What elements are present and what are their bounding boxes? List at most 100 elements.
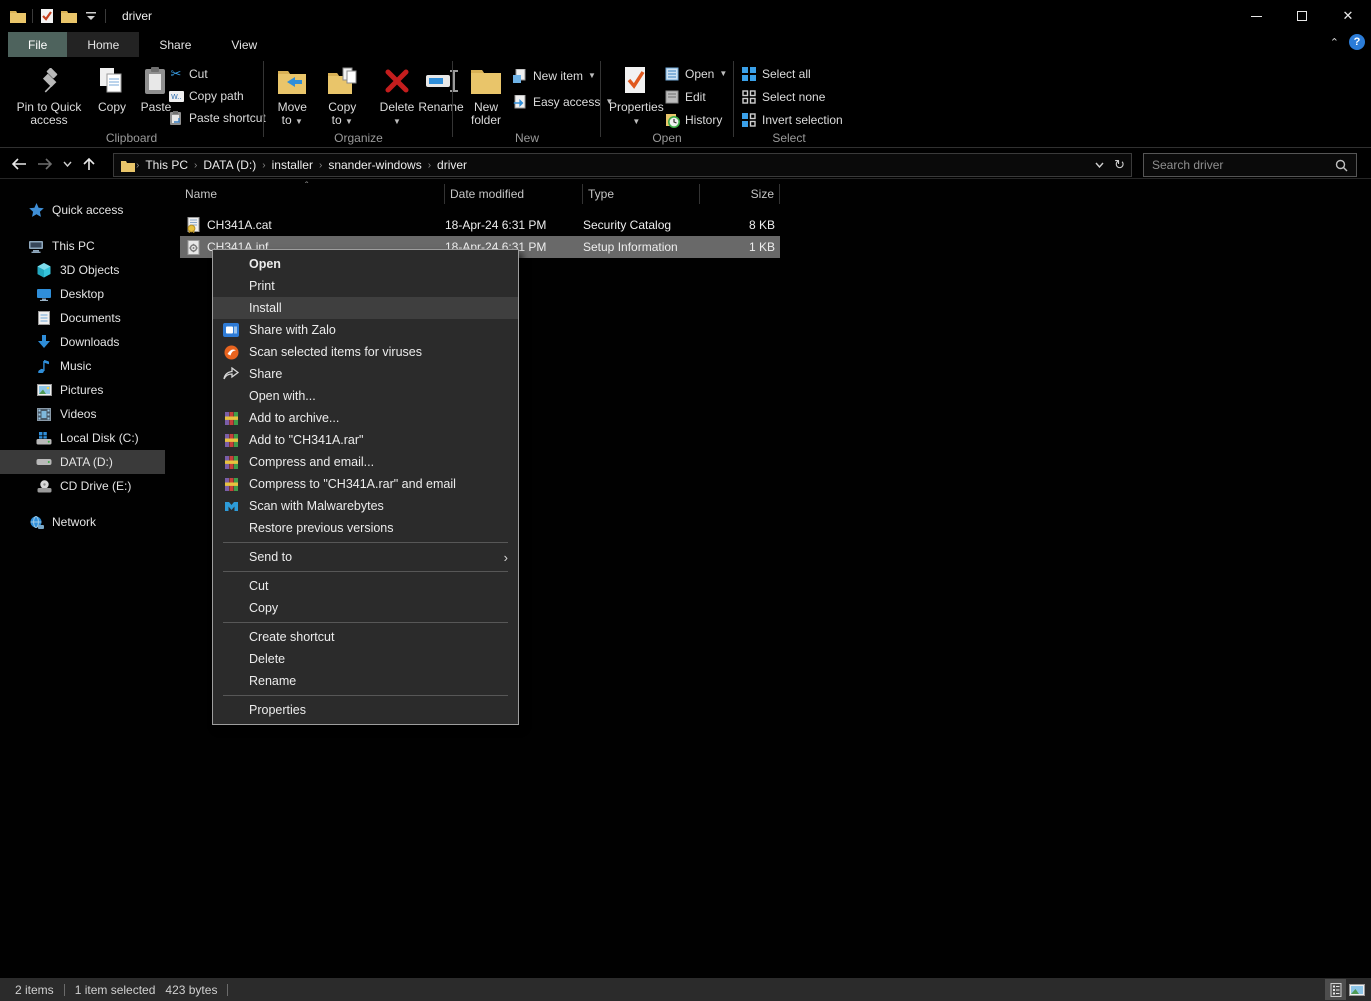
tab-share[interactable]: Share	[139, 32, 211, 57]
tab-home[interactable]: Home	[67, 32, 139, 57]
status-divider	[227, 984, 228, 996]
menu-item-compress-and-email[interactable]: Compress and email...	[213, 451, 518, 473]
menu-item-restore-previous-versions[interactable]: Restore previous versions	[213, 517, 518, 539]
cut-button[interactable]: ✂ Cut	[168, 65, 266, 83]
chevron-down-icon: ▼	[632, 117, 640, 126]
sidebar-item-videos[interactable]: Videos	[0, 402, 165, 426]
paste-shortcut-icon	[168, 110, 184, 126]
help-icon[interactable]: ?	[1349, 34, 1365, 50]
menu-item-create-shortcut[interactable]: Create shortcut	[213, 626, 518, 648]
address-bar[interactable]: › This PC › DATA (D:) › installer › snan…	[113, 153, 1132, 177]
location-folder-icon	[120, 157, 136, 173]
edit-button[interactable]: Edit	[664, 88, 727, 106]
window-controls: ✕	[1233, 0, 1371, 32]
new-folder-button[interactable]: New folder	[458, 63, 514, 129]
open-button[interactable]: Open ▼	[664, 65, 727, 83]
sidebar-item-desktop[interactable]: Desktop	[0, 282, 165, 306]
back-button[interactable]	[6, 152, 32, 176]
menu-item-properties[interactable]: Properties	[213, 699, 518, 721]
copy-path-button[interactable]: W.. Copy path	[168, 87, 266, 105]
up-button[interactable]	[76, 152, 102, 176]
breadcrumb-item[interactable]: This PC	[139, 158, 194, 172]
sidebar-item-quick-access[interactable]: Quick access	[0, 198, 165, 222]
history-button[interactable]: History	[664, 111, 727, 129]
copy-to-button[interactable]: Copy to ▼	[318, 63, 368, 129]
sidebar-item-cd-drive-e[interactable]: CD Drive (E:)	[0, 474, 165, 498]
sidebar-item-network[interactable]: Network	[0, 510, 165, 534]
address-dropdown-icon[interactable]	[1095, 162, 1104, 168]
menu-item-compress-to-rar-and-email[interactable]: Compress to "CH341A.rar" and email	[213, 473, 518, 495]
menu-item-share[interactable]: Share	[213, 363, 518, 385]
cd-drive-icon	[36, 478, 52, 494]
move-to-button[interactable]: Move to ▼	[267, 63, 318, 129]
column-header-size[interactable]: Size	[700, 184, 780, 204]
pin-to-quick-access-button[interactable]: Pin to Quick access	[8, 63, 90, 129]
invert-selection-button[interactable]: Invert selection	[741, 111, 843, 129]
close-icon: ✕	[1343, 8, 1354, 24]
sidebar-item-downloads[interactable]: Downloads	[0, 330, 165, 354]
breadcrumb-item[interactable]: snander-windows	[322, 158, 427, 172]
collapse-ribbon-icon[interactable]: ⌃	[1330, 36, 1339, 49]
menu-item-cut[interactable]: Cut	[213, 575, 518, 597]
delete-button[interactable]: Delete▼	[375, 63, 419, 129]
network-globe-icon	[28, 514, 44, 530]
maximize-button[interactable]	[1279, 0, 1325, 32]
tab-file[interactable]: File	[8, 32, 67, 57]
easy-access-button[interactable]: Easy access ▼	[512, 93, 613, 111]
sidebar-item-3d-objects[interactable]: 3D Objects	[0, 258, 165, 282]
sidebar-item-pictures[interactable]: Pictures	[0, 378, 165, 402]
menu-item-scan-with-malwarebytes[interactable]: Scan with Malwarebytes	[213, 495, 518, 517]
menu-separator	[223, 695, 508, 696]
menu-item-rename[interactable]: Rename	[213, 670, 518, 692]
column-header-date-modified[interactable]: Date modified	[445, 184, 583, 204]
refresh-icon[interactable]: ↻	[1114, 157, 1125, 173]
file-row-ch341a-cat[interactable]: CH341A.cat 18-Apr-24 6:31 PM Security Ca…	[180, 214, 780, 236]
menu-item-delete[interactable]: Delete	[213, 648, 518, 670]
ribbon-group-organize: Move to ▼ Copy to ▼ Delete▼	[265, 57, 452, 147]
breadcrumb-item[interactable]: DATA (D:)	[197, 158, 262, 172]
menu-item-copy[interactable]: Copy	[213, 597, 518, 619]
properties-button[interactable]: Properties▼	[604, 63, 669, 129]
tab-view[interactable]: View	[211, 32, 277, 57]
menu-item-send-to[interactable]: Send to›	[213, 546, 518, 568]
properties-icon	[619, 65, 653, 97]
paste-shortcut-button[interactable]: Paste shortcut	[168, 109, 266, 127]
sidebar-item-documents[interactable]: Documents	[0, 306, 165, 330]
minimize-button[interactable]	[1233, 0, 1279, 32]
breadcrumb-item[interactable]: driver	[431, 158, 473, 172]
breadcrumb-item[interactable]: installer	[266, 158, 319, 172]
new-folder-qat-icon[interactable]	[61, 8, 77, 24]
menu-item-open-with[interactable]: Open with...	[213, 385, 518, 407]
forward-button[interactable]	[32, 152, 58, 176]
customize-qat-chevron-icon[interactable]	[83, 8, 99, 24]
thumbnail-view-button[interactable]	[1346, 979, 1367, 1000]
menu-item-add-to-archive[interactable]: Add to archive...	[213, 407, 518, 429]
menu-item-add-to-rar[interactable]: Add to "CH341A.rar"	[213, 429, 518, 451]
sidebar-item-local-disk-c[interactable]: Local Disk (C:)	[0, 426, 165, 450]
select-all-button[interactable]: Select all	[741, 65, 843, 83]
menu-item-open[interactable]: Open	[213, 253, 518, 275]
recent-locations-button[interactable]	[58, 152, 76, 176]
menu-item-install[interactable]: Install	[213, 297, 518, 319]
menu-item-print[interactable]: Print	[213, 275, 518, 297]
copy-button[interactable]: Copy	[90, 63, 134, 116]
winrar-icon	[213, 477, 249, 492]
window-title: driver	[122, 9, 152, 23]
properties-check-icon[interactable]	[39, 8, 55, 24]
column-header-name[interactable]: Name	[180, 184, 445, 204]
menu-item-share-with-zalo[interactable]: Share with Zalo	[213, 319, 518, 341]
sidebar-item-data-d[interactable]: DATA (D:)	[0, 450, 165, 474]
column-header-type[interactable]: Type	[583, 184, 700, 204]
status-bar: 2 items 1 item selected 423 bytes	[0, 978, 1371, 1001]
close-button[interactable]: ✕	[1325, 0, 1371, 32]
drive-icon	[36, 454, 52, 470]
ribbon-divider	[452, 61, 453, 137]
view-switcher	[1325, 978, 1367, 1001]
select-none-button[interactable]: Select none	[741, 88, 843, 106]
search-box[interactable]: Search driver	[1143, 153, 1357, 177]
sidebar-item-music[interactable]: Music	[0, 354, 165, 378]
details-view-button[interactable]	[1325, 979, 1346, 1000]
menu-item-scan-for-viruses[interactable]: Scan selected items for viruses	[213, 341, 518, 363]
new-item-button[interactable]: New item ▼	[512, 67, 613, 85]
sidebar-item-this-pc[interactable]: This PC	[0, 234, 165, 258]
